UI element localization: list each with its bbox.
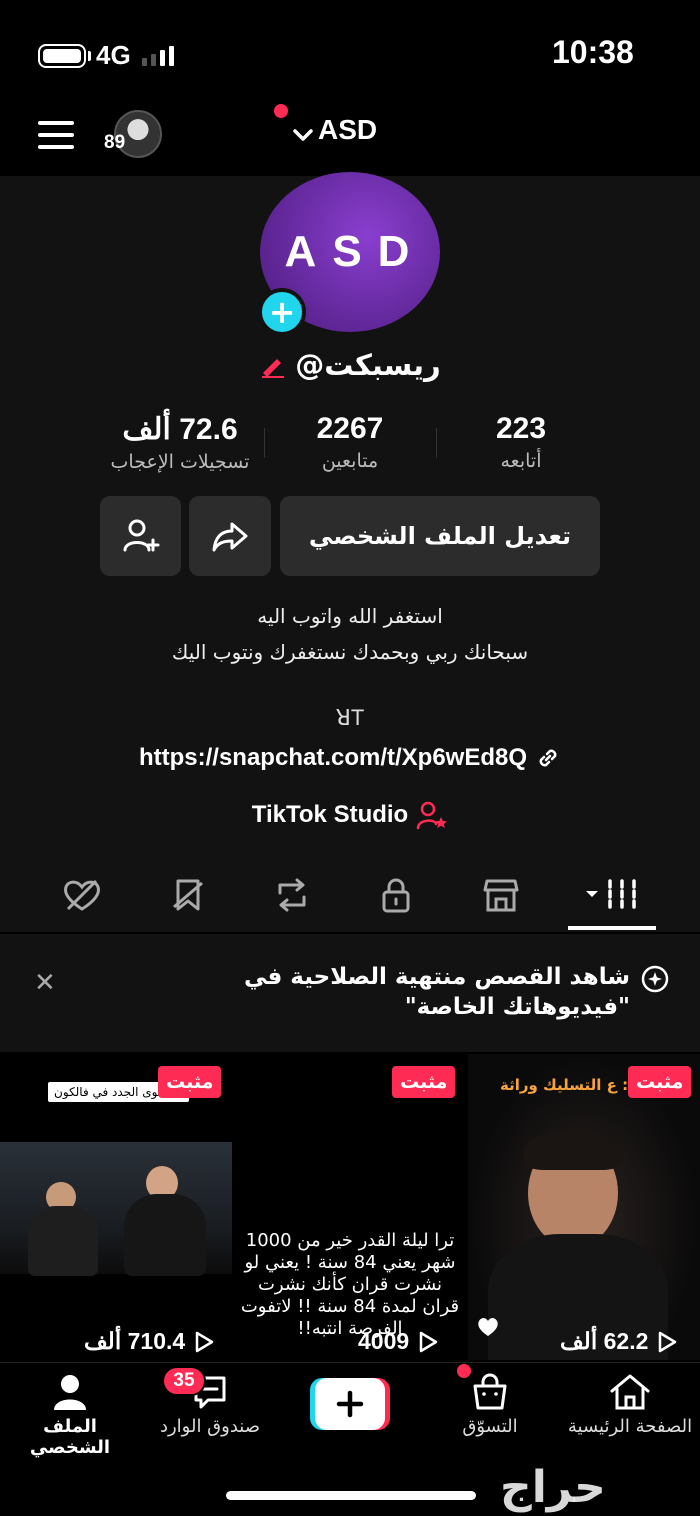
play-icon — [659, 1331, 677, 1352]
view-count-2: 4009 — [358, 1328, 439, 1355]
notification-dot — [457, 1364, 471, 1378]
tiktok-studio-link[interactable]: TikTok Studio — [0, 800, 700, 830]
shopping-bag-icon — [473, 1373, 507, 1410]
share-icon — [212, 522, 248, 552]
username: @ريسبكت — [295, 348, 441, 382]
home-icon — [610, 1374, 650, 1410]
stat-following[interactable]: 223 أتابعه — [431, 412, 611, 472]
battery-nub — [88, 51, 91, 61]
link-text[interactable]: https://snapchat.com/t/Xp6wEd8Q — [139, 744, 527, 772]
tab-favorites[interactable] — [160, 870, 216, 920]
battery-icon — [38, 44, 86, 68]
story-count: 89 — [104, 132, 126, 153]
bookmark-hidden-icon — [173, 879, 203, 911]
nav-inbox[interactable]: صندوق الوارد — [140, 1372, 280, 1437]
network-type: 4G — [96, 40, 131, 70]
heart-hidden-icon — [64, 879, 100, 911]
edit-pencil-icon[interactable] — [259, 351, 287, 379]
tab-private[interactable] — [368, 870, 424, 920]
menu-icon[interactable] — [38, 121, 74, 149]
add-friend-button[interactable] — [100, 496, 181, 576]
signal-icon — [142, 44, 174, 66]
username-row: @ريسبكت — [0, 348, 700, 382]
notification-dot — [274, 104, 288, 118]
banner-text: شاهد القصص منتهية الصلاحية في "فيديوهاتك… — [243, 964, 630, 1020]
video-caption-3: ع التسليك وراثة : — [500, 1076, 629, 1094]
stat-likes[interactable]: 72.6 ألف تسجيلات الإعجاب — [90, 412, 270, 473]
create-button[interactable] — [310, 1378, 390, 1430]
edit-profile-button[interactable]: تعديل الملف الشخصي — [280, 496, 600, 576]
pinned-badge: مثبت — [158, 1066, 222, 1098]
pinned-badge: مثبت — [628, 1066, 692, 1098]
watermark-logo: حراج — [500, 1462, 606, 1513]
add-story-button[interactable]: + — [258, 288, 306, 336]
grid-dropdown-icon — [586, 879, 636, 911]
repost-icon — [278, 878, 306, 912]
profile-link[interactable]: https://snapchat.com/t/Xp6wEd8Q — [0, 744, 700, 772]
active-tab-underline — [568, 926, 656, 930]
bio-tag: ꓤT — [335, 705, 365, 730]
view-count-1: 710.4 ألف — [84, 1328, 215, 1355]
plus-icon — [310, 1378, 390, 1430]
view-count-3: 62.2 ألف — [560, 1328, 678, 1355]
nav-home[interactable]: الصفحة الرئيسية — [560, 1372, 700, 1437]
heart-icon — [476, 1316, 500, 1338]
tab-videos[interactable] — [582, 870, 642, 920]
tab-shop[interactable] — [473, 870, 529, 920]
story-plus-icon — [640, 964, 670, 994]
play-icon — [419, 1331, 438, 1352]
account-switcher[interactable]: ASD — [318, 114, 377, 146]
tab-reposts[interactable] — [264, 870, 320, 920]
share-profile-button[interactable] — [189, 496, 271, 576]
bio-line-1: استغفر الله واتوب اليه — [257, 604, 443, 628]
nav-profile[interactable]: الملف الشخصي — [0, 1372, 140, 1458]
pinned-badge: مثبت — [392, 1066, 456, 1098]
link-icon — [539, 749, 557, 767]
clock: 10:38 — [552, 34, 634, 70]
home-indicator[interactable] — [226, 1491, 476, 1500]
stat-followers[interactable]: 2267 متابعين — [260, 412, 440, 472]
profile-icon — [54, 1375, 86, 1410]
inbox-badge: 35 — [162, 1366, 206, 1396]
bio-line-2: سبحانك ربي وبحمدك نستغفرك ونتوب اليك — [171, 640, 529, 664]
nav-shop[interactable]: التسوّق — [420, 1372, 560, 1437]
studio-label: TikTok Studio — [251, 801, 409, 828]
video-thumbnail-3[interactable] — [468, 1054, 700, 1360]
play-icon — [195, 1331, 214, 1352]
video-overlay-text-2: ترا ليلة القدر خير من 1000 شهر يعني 84 س… — [240, 1230, 460, 1339]
store-icon — [483, 879, 519, 912]
close-icon[interactable]: ✕ — [34, 968, 56, 998]
lock-icon — [382, 878, 410, 913]
chevron-down-icon[interactable] — [290, 122, 316, 148]
studio-user-star-icon — [416, 801, 448, 830]
tab-liked[interactable] — [54, 870, 110, 920]
add-user-icon — [123, 519, 159, 552]
